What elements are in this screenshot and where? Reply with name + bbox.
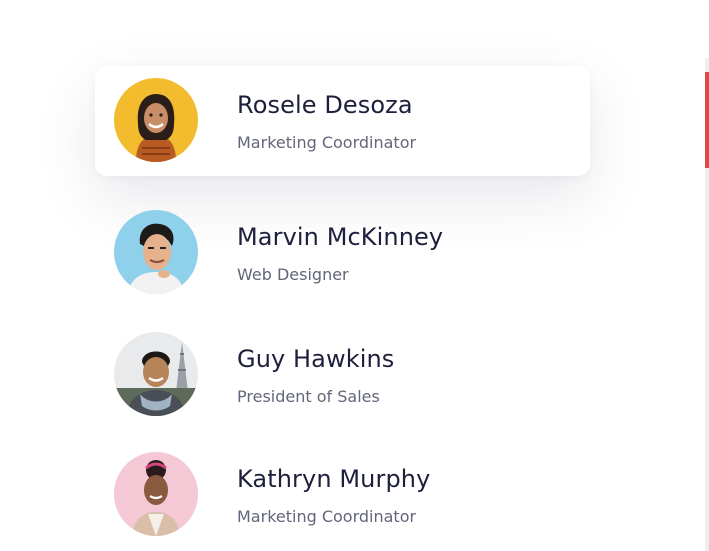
team-member-card[interactable]: Rosele Desoza Marketing Coordinator bbox=[95, 66, 590, 176]
woman-avatar-pink bbox=[114, 452, 198, 536]
scrollbar-thumb[interactable] bbox=[705, 72, 709, 168]
team-member-card[interactable]: Guy Hawkins President of Sales bbox=[95, 320, 590, 430]
avatar-photo-icon bbox=[114, 332, 198, 416]
member-role: Marketing Coordinator bbox=[237, 133, 417, 152]
team-member-card[interactable]: Marvin McKinney Web Designer bbox=[95, 198, 590, 308]
member-name: Rosele Desoza bbox=[237, 91, 413, 119]
member-role: Marketing Coordinator bbox=[237, 507, 417, 526]
member-name: Guy Hawkins bbox=[237, 345, 395, 373]
avatar-photo-icon bbox=[114, 452, 198, 536]
avatar-photo-icon bbox=[114, 78, 198, 162]
scrollbar-track[interactable] bbox=[705, 58, 709, 551]
team-member-list: Rosele Desoza Marketing Coordinator Marv… bbox=[95, 66, 590, 550]
man-avatar-eiffel bbox=[114, 332, 198, 416]
woman-avatar-yellow bbox=[114, 78, 198, 162]
member-name: Kathryn Murphy bbox=[237, 465, 431, 493]
team-member-card[interactable]: Kathryn Murphy Marketing Coordinator bbox=[95, 440, 590, 550]
member-name: Marvin McKinney bbox=[237, 223, 444, 251]
avatar-photo-icon bbox=[114, 210, 198, 294]
member-role: President of Sales bbox=[237, 387, 380, 406]
team-page: Rosele Desoza Marketing Coordinator Marv… bbox=[0, 0, 709, 551]
member-role: Web Designer bbox=[237, 265, 349, 284]
man-avatar-blue bbox=[114, 210, 198, 294]
